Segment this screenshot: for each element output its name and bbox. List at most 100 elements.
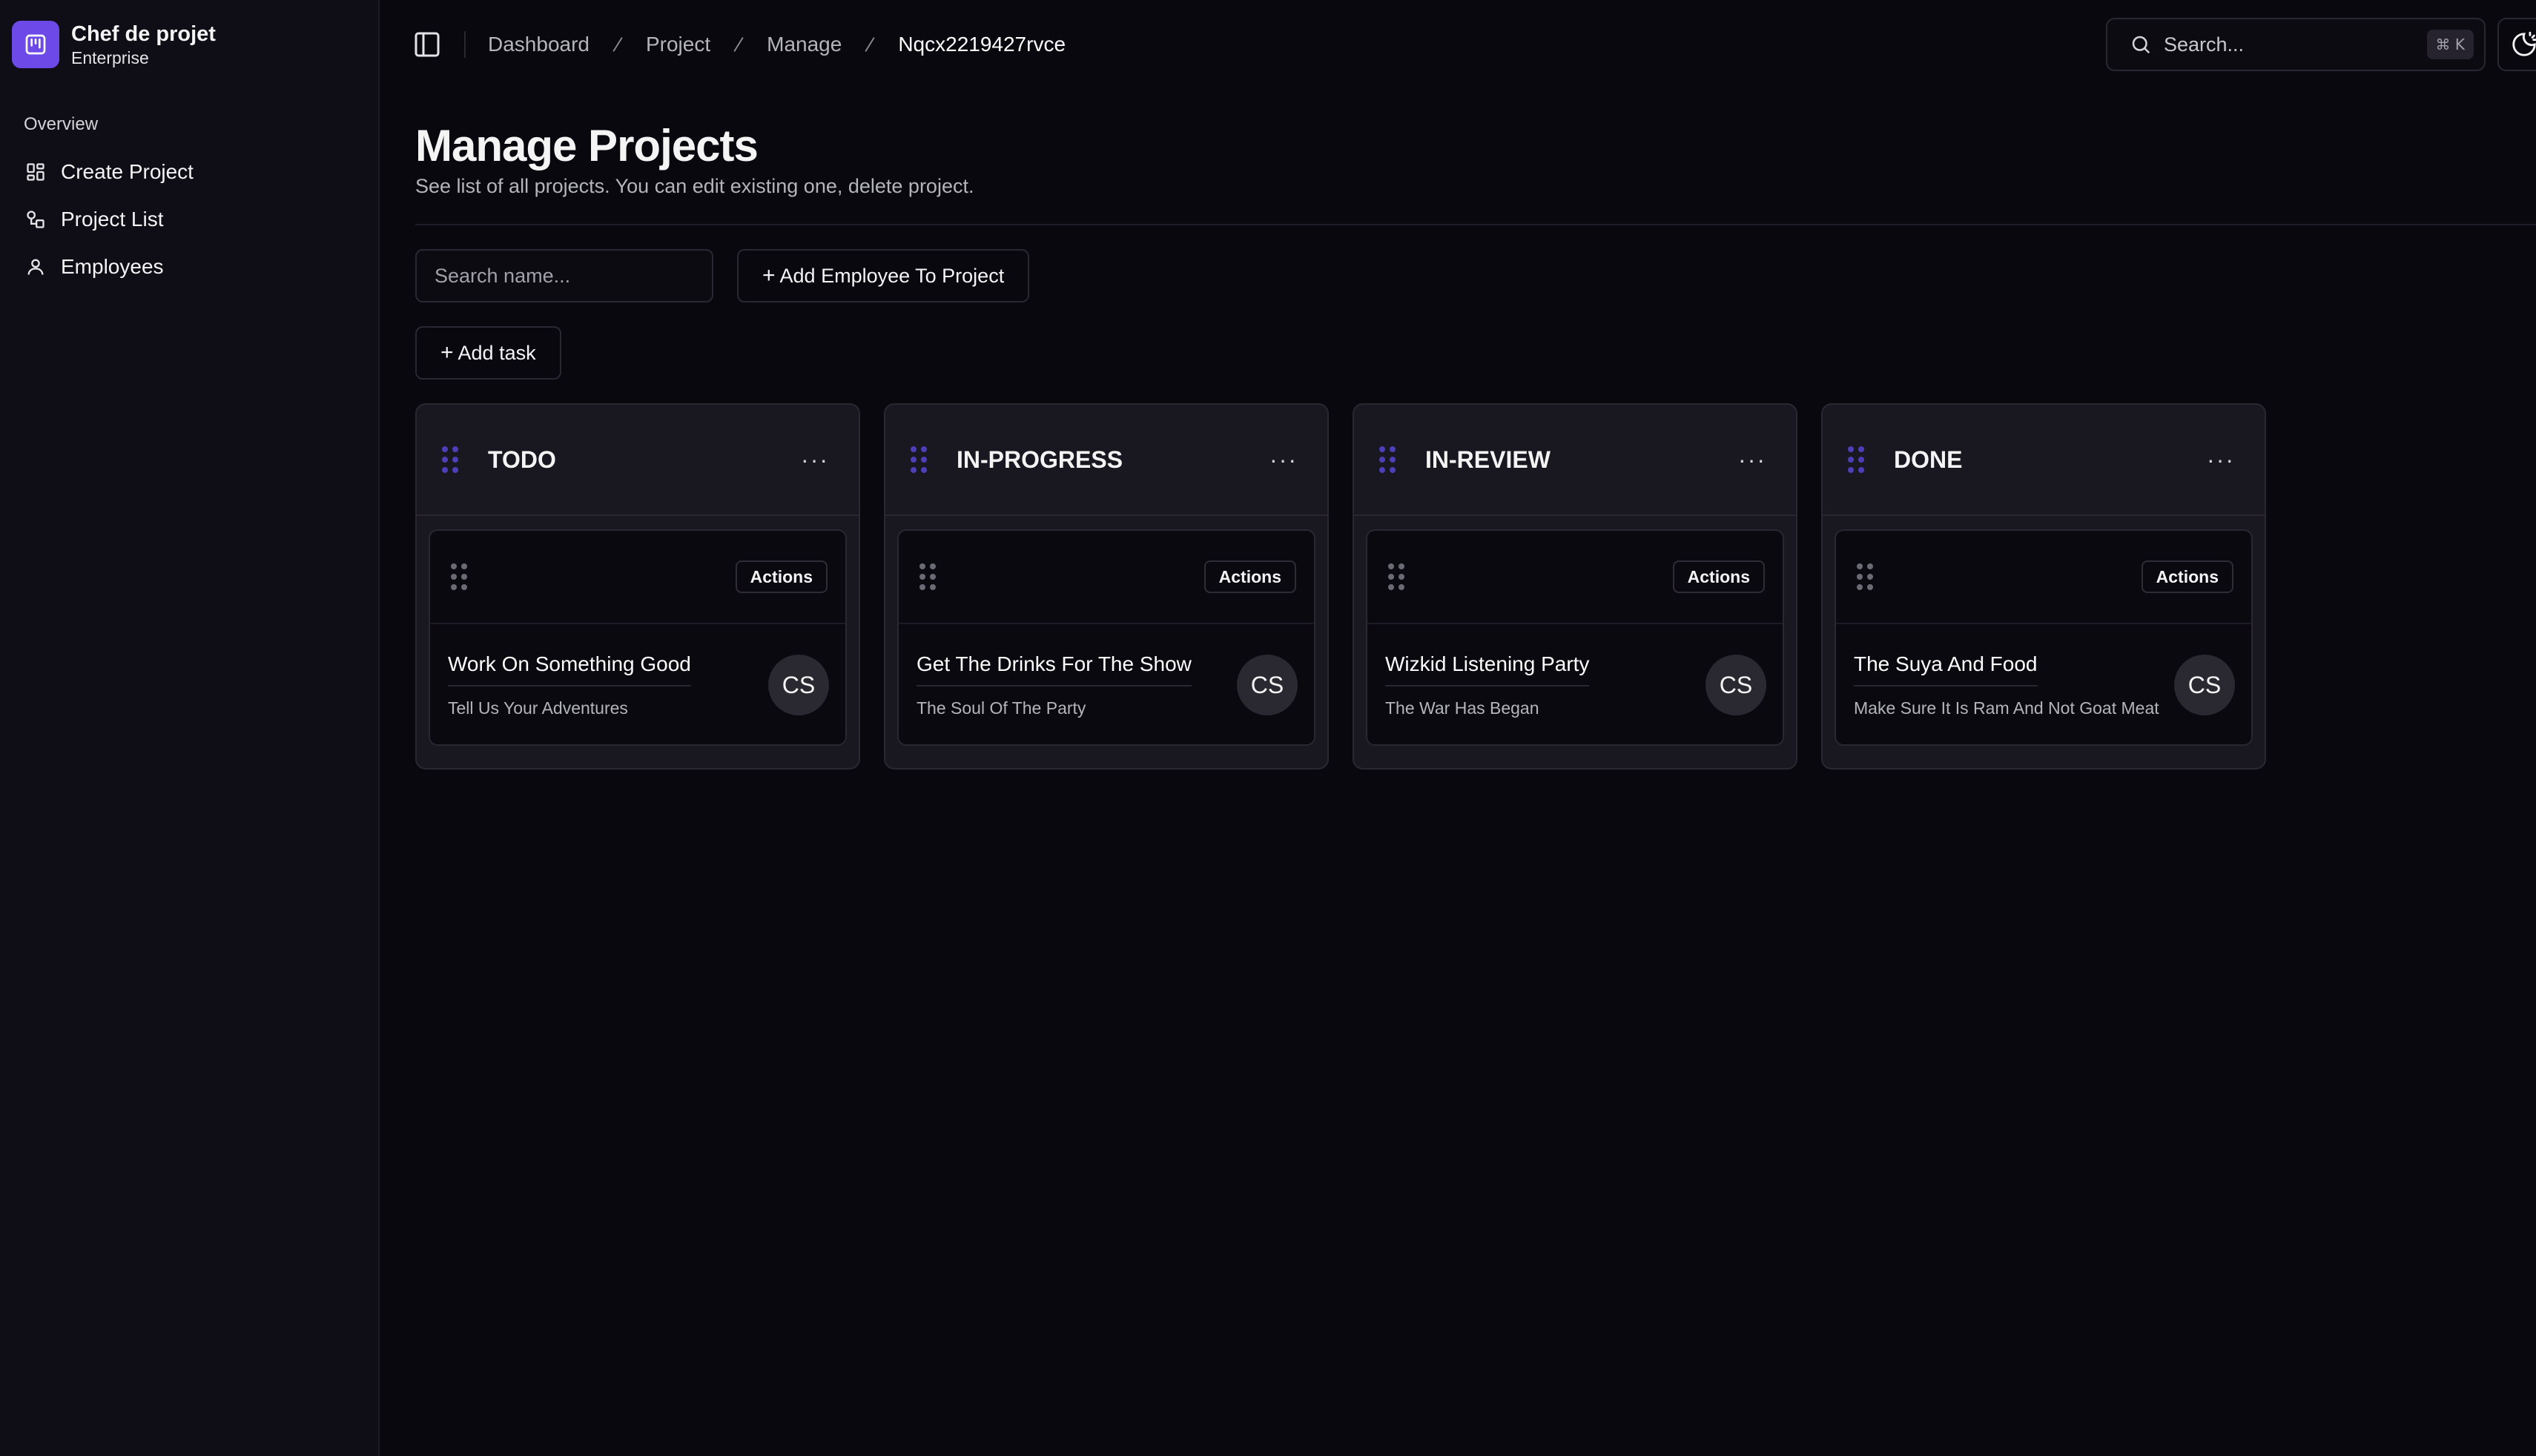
more-horizontal-icon[interactable]: ··· <box>801 446 829 474</box>
drag-handle-icon[interactable] <box>451 563 467 590</box>
brand-name: Chef de projet <box>71 22 216 46</box>
moon-sun-icon <box>2512 31 2536 56</box>
card-actions-button[interactable]: Actions <box>1203 560 1296 593</box>
drag-handle-icon[interactable] <box>1857 563 1873 590</box>
column-header: DONE ··· <box>1823 405 2265 516</box>
add-employee-button[interactable]: + Add Employee To Project <box>737 249 1030 302</box>
card-title: Work On Something Good <box>448 651 691 686</box>
avatar[interactable]: CS <box>1237 655 1298 715</box>
breadcrumb-slash-icon <box>728 34 749 55</box>
column-done: DONE ··· Actions The Suya And Food Make … <box>1821 403 2266 770</box>
card-actions-button[interactable]: Actions <box>1672 560 1765 593</box>
drag-handle-icon[interactable] <box>442 446 458 473</box>
card-subtitle: The Soul Of The Party <box>917 698 1086 718</box>
drag-handle-icon[interactable] <box>919 563 936 590</box>
nav-group-label: Overview <box>24 114 99 134</box>
kanban-logo-icon <box>12 21 59 68</box>
kanban-board: TODO ··· Actions Work On Something Good … <box>415 403 2536 770</box>
card-header: Actions <box>430 531 845 624</box>
sidebar-item-label: Employees <box>61 255 164 278</box>
avatar[interactable]: CS <box>768 655 829 715</box>
sidebar: Chef de projet Enterprise Overview Creat… <box>0 0 380 1456</box>
card-title: Wizkid Listening Party <box>1385 651 1590 686</box>
column-title: IN-REVIEW <box>1425 446 1551 473</box>
column-in-review: IN-REVIEW ··· Actions Wizkid Listening P… <box>1353 403 1797 770</box>
column-title: TODO <box>488 446 556 473</box>
sidebar-item-employees[interactable]: Employees <box>12 243 366 291</box>
card-subtitle: Make Sure It Is Ram And Not Goat Meat <box>1854 698 2159 718</box>
more-horizontal-icon[interactable]: ··· <box>1738 446 1766 474</box>
column-todo: TODO ··· Actions Work On Something Good … <box>415 403 860 770</box>
section-divider <box>415 224 2536 225</box>
topbar-actions: Search... ⌘ K <box>2106 18 2536 71</box>
add-task-button[interactable]: + Add task <box>415 326 561 380</box>
avatar[interactable]: CS <box>1705 655 1766 715</box>
breadcrumb-slash-icon <box>607 34 628 55</box>
user-icon <box>24 255 47 279</box>
sidebar-item-label: Create Project <box>61 160 194 183</box>
card-title: The Suya And Food <box>1854 651 2038 686</box>
breadcrumb: Dashboard Project Manage Nqcx2219427rvce <box>488 33 1066 56</box>
sidebar-toggle-button[interactable] <box>400 18 454 71</box>
task-card[interactable]: Actions Wizkid Listening Party The War H… <box>1366 529 1784 746</box>
topbar: Dashboard Project Manage Nqcx2219427rvce… <box>380 0 2536 89</box>
plus-icon: + <box>440 340 454 365</box>
sidebar-item-project-list[interactable]: Project List <box>12 196 366 243</box>
drag-handle-icon[interactable] <box>911 446 927 473</box>
card-body: The Suya And Food Make Sure It Is Ram An… <box>1836 624 2251 744</box>
card-header: Actions <box>1367 531 1783 624</box>
brand-subtitle: Enterprise <box>71 48 149 67</box>
avatar[interactable]: CS <box>2174 655 2235 715</box>
card-body: Get The Drinks For The Show The Soul Of … <box>899 624 1314 744</box>
card-header: Actions <box>899 531 1314 624</box>
page-description: See list of all projects. You can edit e… <box>415 175 974 197</box>
main-content: Dashboard Project Manage Nqcx2219427rvce… <box>380 0 2536 1456</box>
card-header: Actions <box>1836 531 2251 624</box>
sidebar-item-create-project[interactable]: Create Project <box>12 148 366 196</box>
panel-left-icon <box>415 32 440 57</box>
brand[interactable]: Chef de projet Enterprise <box>12 18 366 71</box>
column-in-progress: IN-PROGRESS ··· Actions Get The Drinks F… <box>884 403 1329 770</box>
card-actions-button[interactable]: Actions <box>2141 560 2233 593</box>
column-title: IN-PROGRESS <box>957 446 1123 473</box>
breadcrumb-current: Nqcx2219427rvce <box>898 33 1066 56</box>
global-search-input[interactable]: Search... ⌘ K <box>2106 18 2486 71</box>
column-header: IN-PROGRESS ··· <box>885 405 1327 516</box>
drag-handle-icon[interactable] <box>1379 446 1396 473</box>
plus-icon: + <box>762 263 776 288</box>
card-subtitle: The War Has Began <box>1385 698 1539 718</box>
search-placeholder: Search... <box>2164 33 2245 56</box>
topbar-divider <box>464 31 466 58</box>
card-body: Work On Something Good Tell Us Your Adve… <box>430 624 845 744</box>
more-horizontal-icon[interactable]: ··· <box>2207 446 2235 474</box>
toolbar: + Add Employee To Project <box>415 249 2536 302</box>
drag-handle-icon[interactable] <box>1848 446 1864 473</box>
breadcrumb-manage[interactable]: Manage <box>767 33 842 56</box>
theme-toggle-button[interactable] <box>2497 18 2536 71</box>
column-title: DONE <box>1894 446 1963 473</box>
card-body: Wizkid Listening Party The War Has Began… <box>1367 624 1783 744</box>
column-header: TODO ··· <box>417 405 859 516</box>
task-card[interactable]: Actions Work On Something Good Tell Us Y… <box>429 529 847 746</box>
dashboard-icon <box>24 160 47 184</box>
sidebar-item-label: Project List <box>61 208 164 231</box>
card-title: Get The Drinks For The Show <box>917 651 1192 686</box>
search-shortcut: ⌘ K <box>2426 30 2474 59</box>
card-actions-button[interactable]: Actions <box>735 560 828 593</box>
task-card[interactable]: Actions The Suya And Food Make Sure It I… <box>1835 529 2253 746</box>
search-icon <box>2132 36 2150 54</box>
drag-handle-icon[interactable] <box>1388 563 1404 590</box>
search-name-input[interactable] <box>415 249 713 302</box>
shapes-icon <box>24 208 47 231</box>
add-task-label: Add task <box>458 341 536 364</box>
sidebar-nav: Create Project Project List Employees <box>12 148 366 291</box>
column-header: IN-REVIEW ··· <box>1354 405 1796 516</box>
card-subtitle: Tell Us Your Adventures <box>448 698 628 718</box>
more-horizontal-icon[interactable]: ··· <box>1269 446 1298 474</box>
task-card[interactable]: Actions Get The Drinks For The Show The … <box>897 529 1315 746</box>
breadcrumb-project[interactable]: Project <box>646 33 710 56</box>
breadcrumb-dashboard[interactable]: Dashboard <box>488 33 590 56</box>
page-content: Manage Projects See list of all projects… <box>380 89 2536 770</box>
breadcrumb-slash-icon <box>859 34 880 55</box>
add-employee-label: Add Employee To Project <box>779 264 1005 287</box>
